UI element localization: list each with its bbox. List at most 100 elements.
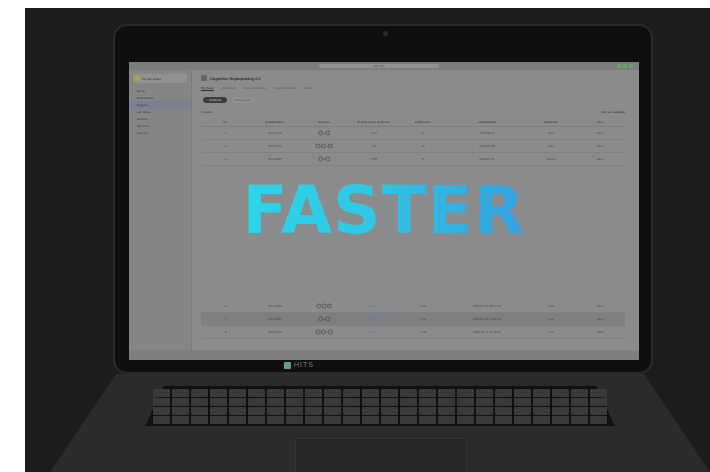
sidebar-item-security[interactable]: Security: [129, 129, 191, 136]
sidebar-item-projects[interactable]: Projects: [129, 101, 191, 108]
key: [285, 398, 304, 406]
key: [153, 389, 171, 397]
tab-molecules[interactable]: Molecules: [222, 86, 236, 91]
row-more-button[interactable]: More: [576, 144, 625, 148]
key: [247, 389, 266, 397]
tab-my-board[interactable]: My Board: [201, 86, 214, 91]
key: [153, 398, 171, 406]
cell-date: 2023-08-11: [479, 131, 495, 135]
cell-by: Daniel: [546, 157, 556, 161]
browser-bar: app.xxxx: [129, 62, 639, 70]
table-row[interactable]: 3 SKF-0045 ⌬-⌬ -7.88 8 2023-07-22 Daniel More: [201, 153, 625, 166]
key: [589, 389, 607, 397]
pill-scaffolds[interactable]: Scaffolds: [203, 97, 227, 103]
os-dock: [129, 350, 639, 360]
workspace-icon: [135, 76, 140, 81]
table-row[interactable]: 2 SKF-0071 ⌬⌬-⌬ -9.6 10 2023-07-30 Han More: [201, 140, 625, 153]
cell-score: -8.21: [419, 304, 427, 308]
key: [304, 416, 323, 424]
pill-compounds[interactable]: Compounds: [231, 97, 255, 103]
cell-count: 10: [421, 144, 425, 148]
cell-structure: ⌬⌬-⌬: [315, 143, 334, 150]
sidebar-item-dashboards[interactable]: Dashboards: [129, 94, 191, 101]
cell-structure: ⌬⌬⌬: [316, 303, 333, 310]
row-more-button[interactable]: More: [576, 157, 625, 161]
key: [247, 398, 266, 406]
cell-ylink[interactable]: Done: [349, 330, 398, 334]
cell-date: 2023-07-22: [479, 157, 495, 161]
cell-ylink[interactable]: Done: [349, 317, 398, 321]
key: [323, 398, 342, 406]
table-header: No. Scaffold Name Structure Binding Score (…: [201, 118, 625, 127]
key: [475, 398, 494, 406]
key: [380, 407, 399, 415]
sidebar-item-lab-notes[interactable]: Lab Notes: [129, 108, 191, 115]
results-row: 3 results Add new scaffolds: [201, 110, 625, 114]
key: [380, 416, 399, 424]
key: [209, 407, 228, 415]
table-row[interactable]: 1 SKF-0120 ⌬-⌬ -10.2 12 2023-08-11 Wen More: [201, 127, 625, 140]
key: [399, 407, 418, 415]
table-row[interactable]: 7 SKF-0064 ⌬-⌬ Done -7.50 2023-07-18 15:02:44…: [201, 313, 625, 326]
cell-structure: ⌬-⌬: [318, 156, 331, 163]
key: [285, 389, 304, 397]
key: [456, 407, 475, 415]
key: [551, 389, 570, 397]
column-header: Scaffold Name: [265, 120, 285, 124]
key: [266, 407, 285, 415]
key: [190, 389, 209, 397]
key: [456, 389, 475, 397]
tab-protein-structure[interactable]: Protein Structure: [243, 86, 266, 91]
key: [153, 407, 171, 415]
cell-name: SKF-0123: [268, 330, 282, 334]
cell-score: -7.50: [419, 317, 427, 321]
cell-name: SKF-0055: [268, 304, 282, 308]
key: [342, 398, 361, 406]
key: [570, 389, 589, 397]
sidebar-item-members[interactable]: Members: [129, 122, 191, 129]
key: [266, 416, 285, 424]
cell-date: 2023-07-18 15:02:44: [473, 317, 501, 321]
key: [570, 398, 589, 406]
trackpad: [295, 438, 467, 472]
results-count: 3 results: [201, 110, 213, 114]
tab-target-prediction[interactable]: Target Prediction: [274, 86, 297, 91]
key: [190, 407, 209, 415]
cell-date: 2023-07-30: [479, 144, 495, 148]
sidebar-item-reports[interactable]: Reports: [129, 115, 191, 122]
key: [285, 407, 304, 415]
hits-logo-icon: [284, 362, 291, 369]
row-more-button[interactable]: More: [576, 131, 625, 135]
lower-table: 6 SKF-0055 ⌬⌬⌬ Done -8.21 2023-07-21 09:27:08…: [201, 300, 625, 339]
row-more-button[interactable]: More: [576, 330, 625, 334]
workspace-switcher[interactable]: My Lab Space: [133, 74, 187, 83]
cell-structure: ⌬-⌬: [318, 130, 331, 137]
key: [494, 416, 513, 424]
cell-score: -7.88: [370, 157, 377, 161]
key: [513, 407, 532, 415]
column-header: Added By: [544, 120, 558, 124]
page-title-text: Cognitive Repurposing 2.0: [210, 75, 261, 81]
add-scaffold-button[interactable]: Add new scaffolds: [601, 110, 625, 114]
tab-board[interactable]: Board: [304, 86, 312, 91]
key: [418, 398, 437, 406]
row-more-button[interactable]: More: [576, 317, 625, 321]
table-row[interactable]: 8 SKF-0123 ⌬⌬-⌬ Done -7.02 2023-07-15 11:10:5…: [201, 326, 625, 339]
cell-ylink[interactable]: Done: [349, 304, 398, 308]
row-more-button[interactable]: More: [576, 304, 625, 308]
key: [323, 407, 342, 415]
cell-structure: ⌬⌬-⌬: [315, 329, 334, 336]
key: [171, 407, 190, 415]
column-header: Binding Score (kcal/mol): [357, 120, 390, 124]
column-header: No.: [223, 120, 228, 124]
key: [361, 416, 380, 424]
cell-count: 12: [421, 131, 425, 135]
sidebar-item-home[interactable]: Home: [129, 87, 191, 94]
table-body: 1 SKF-0120 ⌬-⌬ -10.2 12 2023-08-11 Wen More 2 SKF…: [201, 127, 625, 166]
key: [551, 416, 570, 424]
key: [456, 398, 475, 406]
cell-date: 2023-07-15 11:10:53: [473, 330, 501, 334]
url-bar[interactable]: app.xxxx: [319, 64, 439, 68]
sidebar-nav: Home Dashboards Projects Lab Notes Reports Me…: [129, 87, 191, 136]
table-row[interactable]: 6 SKF-0055 ⌬⌬⌬ Done -8.21 2023-07-21 09:27:08…: [201, 300, 625, 313]
